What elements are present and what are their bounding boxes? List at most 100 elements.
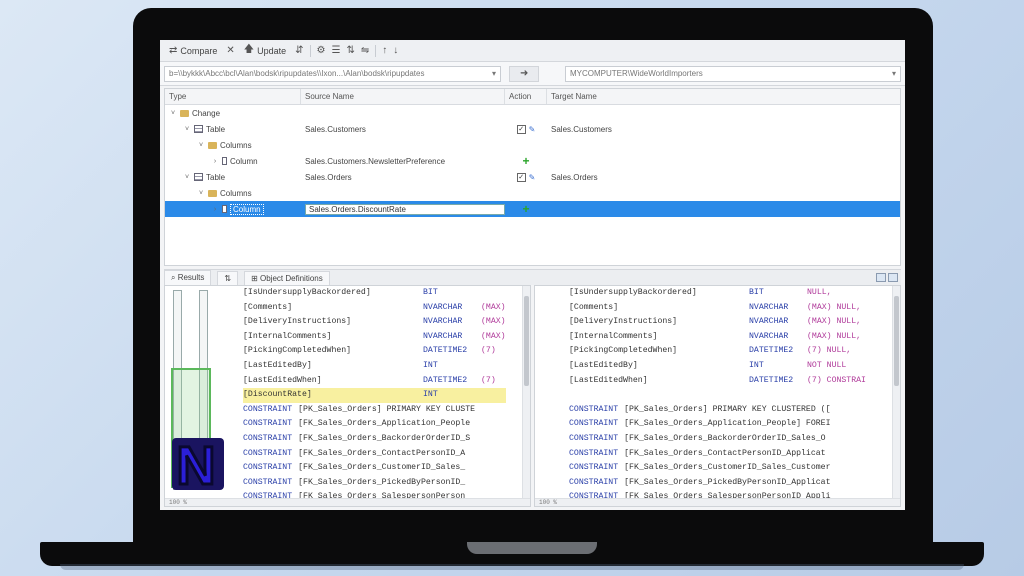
column-name: [LastEditedWhen] <box>243 375 322 385</box>
type-label: Column <box>230 203 264 215</box>
scroll-thumb[interactable] <box>524 296 529 386</box>
target-path-select[interactable]: MYCOMPUTER\WideWorldImporters ▾ <box>565 65 901 82</box>
scroll-thumb[interactable] <box>894 296 899 386</box>
header-type[interactable]: Type <box>165 89 301 104</box>
swap-icon[interactable]: ⇋ <box>361 45 369 56</box>
code-line: CONSTRAINT [FK_Sales_Orders_Application_P… <box>243 417 506 432</box>
laptop-notch <box>467 542 597 554</box>
code-line: [DeliveryInstructions] NVARCHAR (MAX) NULL… <box>569 315 866 330</box>
column-type: DATETIME2 <box>423 375 468 385</box>
code-line: CONSTRAINT [FK_Sales_Orders_BackorderOrde… <box>569 432 866 447</box>
column-type: NVARCHAR <box>423 317 463 327</box>
header-action[interactable]: Action <box>505 89 547 104</box>
tab-sql[interactable]: ⇅ <box>217 270 239 285</box>
chevron-down-icon[interactable]: ˅ <box>197 190 205 197</box>
add-icon[interactable]: + <box>522 202 529 216</box>
settings-icon[interactable]: ⚙ <box>317 45 326 56</box>
code-line: [LastEditedBy] INT <box>243 359 506 374</box>
source-name[interactable]: Sales.Orders.DiscountRate <box>305 203 505 215</box>
column-nullability: (MAX) NULL, <box>807 331 862 341</box>
grid-row[interactable]: ˅ Table Sales.Customers ✓ ✎ Sales.Customers <box>165 121 900 137</box>
code-line: CONSTRAINT [FK_Sales_Orders_CustomerID_Sa… <box>243 461 506 476</box>
grid-row[interactable]: ˅ Columns <box>165 137 900 153</box>
cell-type: ˅ Columns <box>165 189 301 198</box>
toolbar: ⇄ Compare ✕ 🡅 Update ⇵ ⚙ ☰ ⇅ ⇋ ↑ ↓ <box>160 40 905 62</box>
script-icon[interactable]: ⇵ <box>295 45 303 56</box>
tab-results[interactable]: ⌕ Results <box>164 270 212 285</box>
compare-icon: ⇄ <box>169 45 178 56</box>
vertical-scrollbar[interactable] <box>522 286 530 506</box>
app-window: ⇄ Compare ✕ 🡅 Update ⇵ ⚙ ☰ ⇅ ⇋ ↑ ↓ b=\\b… <box>160 40 905 510</box>
grid-row[interactable]: ˅ Columns <box>165 185 900 201</box>
column-type: DATETIME2 <box>749 346 794 356</box>
type-label: Columns <box>220 140 252 150</box>
column-nullability: (MAX) NULL, <box>807 302 862 312</box>
cell-source: Sales.Customers <box>301 125 505 134</box>
sql-keyword: CONSTRAINT <box>569 419 619 429</box>
cell-action: ✓ ✎ <box>505 124 547 134</box>
grid-row[interactable]: ˅ Change <box>165 105 900 121</box>
close-icon[interactable]: ✕ <box>226 45 234 56</box>
include-checkbox[interactable]: ✓ <box>516 172 526 182</box>
compare-button[interactable]: ⇄ Compare <box>166 44 220 57</box>
target-name: Sales.Customers <box>551 124 612 134</box>
cell-source: Sales.Orders <box>301 173 505 182</box>
horizontal-scrollbar[interactable]: 100 % <box>535 498 900 506</box>
column-nullability: (7) <box>481 375 496 385</box>
vertical-scrollbar[interactable] <box>892 286 900 506</box>
header-target[interactable]: Target Name <box>547 89 900 104</box>
chevron-down-icon: ▾ <box>891 69 896 78</box>
code-line: CONSTRAINT [FK_Sales_Orders_ContactPerson… <box>243 447 506 462</box>
split-vertical-icon[interactable] <box>888 273 898 282</box>
sql-keyword: CONSTRAINT <box>569 448 619 458</box>
folder-icon <box>208 141 217 149</box>
code-line: [DiscountRate] INT <box>243 388 506 403</box>
chevron-right-icon[interactable]: › <box>211 158 219 165</box>
code-line: CONSTRAINT [PK_Sales_Orders] PRIMARY KEY … <box>569 403 866 418</box>
chevron-right-icon[interactable]: › <box>211 206 219 213</box>
zoom-level: 100 % <box>169 499 188 506</box>
column-type: BIT <box>749 288 764 297</box>
brand-logo: N <box>172 435 224 494</box>
column-type: BIT <box>423 288 438 297</box>
arrow-up-icon[interactable]: ↑ <box>382 45 387 56</box>
include-checkbox[interactable]: ✓ <box>516 124 526 134</box>
constraint-text: [FK_Sales_Orders_ContactPersonID_A <box>298 448 466 458</box>
add-icon[interactable]: + <box>522 154 529 168</box>
chevron-down-icon[interactable]: ˅ <box>169 110 177 117</box>
chevron-down-icon[interactable]: ˅ <box>183 126 191 133</box>
chevron-down-icon[interactable]: ˅ <box>197 142 205 149</box>
column-type: NVARCHAR <box>749 331 789 341</box>
column-name: [DiscountRate] <box>243 390 312 400</box>
compare-label: Compare <box>180 45 218 56</box>
column-name: [InternalComments] <box>569 331 658 341</box>
arrow-down-icon[interactable]: ↓ <box>393 45 398 56</box>
column-nullability: (MAX) <box>481 331 506 341</box>
code-line: CONSTRAINT [FK_Sales_Orders_CustomerID_Sa… <box>569 461 866 476</box>
update-button[interactable]: 🡅 Update <box>241 41 289 60</box>
split-horizontal-icon[interactable] <box>876 273 886 282</box>
horizontal-scrollbar[interactable]: 100 % <box>165 498 530 506</box>
edit-icon[interactable]: ✎ <box>529 173 536 182</box>
target-code-pane[interactable]: [IsUndersupplyBackordered] BIT NULL, [Comme… <box>534 285 901 507</box>
grid-row[interactable]: ˅ Table Sales.Orders ✓ ✎ Sales.Orders <box>165 169 900 185</box>
tab-object-definitions[interactable]: ⊞ Object Definitions <box>244 270 330 285</box>
grid-row[interactable]: › Column Sales.Customers.NewsletterPrefere… <box>165 153 900 169</box>
sql-icon: ⇅ <box>224 273 232 283</box>
source-name: Sales.Orders <box>305 172 352 182</box>
chevron-down-icon[interactable]: ˅ <box>183 174 191 181</box>
column-name: [LastEditedBy] <box>243 360 312 370</box>
grid-row[interactable]: › Column Sales.Orders.DiscountRate + <box>165 201 900 217</box>
code-line: [IsUndersupplyBackordered] BIT <box>243 286 506 301</box>
code-line: [PickingCompletedWhen] DATETIME2 (7) <box>243 344 506 359</box>
sort-icon[interactable]: ⇅ <box>346 45 354 56</box>
source-path-select[interactable]: b=\\bykkk\Abcc\bcl\Alan\bodsk\ripupdates… <box>164 65 501 82</box>
switch-direction-button[interactable]: ➜ <box>509 65 540 82</box>
column-name: [IsUndersupplyBackordered] <box>243 288 371 297</box>
cell-type: › Column <box>165 203 301 215</box>
header-source[interactable]: Source Name <box>301 89 505 104</box>
edit-icon[interactable]: ✎ <box>529 125 536 134</box>
filter-icon[interactable]: ☰ <box>331 45 340 56</box>
sql-keyword: CONSTRAINT <box>569 477 619 487</box>
code-line: [InternalComments] NVARCHAR (MAX) NULL, <box>569 330 866 345</box>
